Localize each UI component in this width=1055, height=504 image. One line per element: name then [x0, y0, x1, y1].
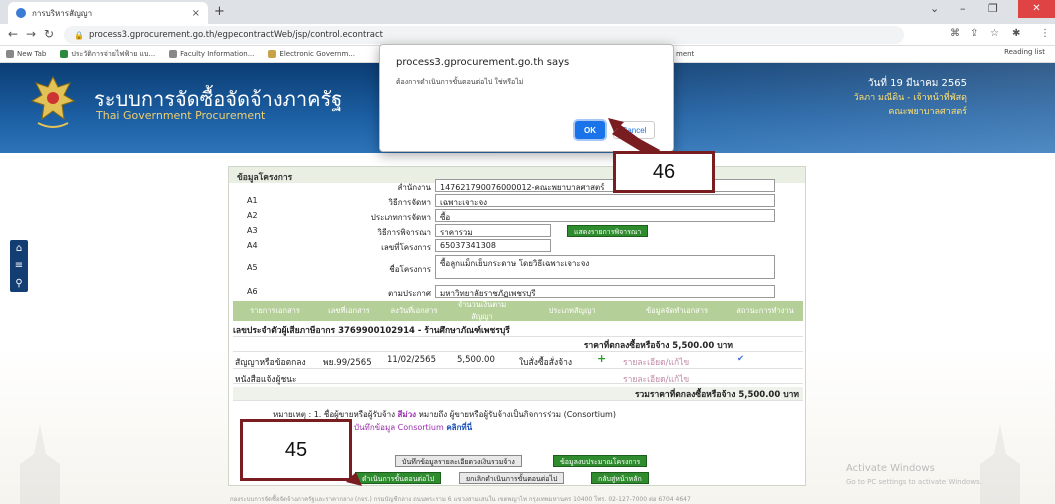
field-type: A2 ประเภทการจัดหา ซื้อ: [229, 209, 805, 223]
url-text: process3.gprocurement.go.th/egpecontract…: [88, 30, 383, 40]
back-home-button[interactable]: กลับสู่หน้าหลัก: [591, 472, 649, 484]
translate-icon[interactable]: ⌘: [950, 28, 960, 39]
type-field[interactable]: ซื้อ: [435, 209, 775, 222]
field-label: ชื่อโครงการ: [389, 265, 431, 274]
tab-search-icon[interactable]: ⌄: [930, 2, 939, 15]
confirm-dialog: process3.gprocurement.go.th says ต้องการ…: [379, 44, 674, 152]
field-label: วิธีการจัดหา: [388, 198, 431, 207]
browser-tab-bar: การบริหารสัญญา × + ⌄ – ❐ ✕: [0, 0, 1055, 24]
back-icon[interactable]: ←: [8, 27, 18, 41]
add-icon[interactable]: +: [597, 352, 606, 365]
site-favicon-icon: [16, 8, 26, 18]
bookmark-item[interactable]: Electronic Governm...: [268, 50, 355, 58]
field-label: สำนักงาน: [397, 183, 431, 192]
field-label: ประเภทการจัดหา: [370, 213, 431, 222]
share-icon[interactable]: ⇪: [970, 28, 978, 39]
field-label: เลขที่โครงการ: [381, 243, 431, 252]
side-toolbar: ⌂ ≡ ⚲: [10, 240, 28, 292]
address-bar-row: ← → ↻ 🔒 process3.gprocurement.go.th/egpe…: [0, 24, 1055, 46]
total-row: รวมราคาที่ตกลงซื้อหรือจ้าง 5,500.00 บาท: [233, 387, 803, 401]
bookmark-item[interactable]: ประวัติการจ่ายไฟฟ้าย แบ...: [60, 49, 155, 60]
method-field[interactable]: เฉพาะเจาะจง: [435, 194, 775, 207]
field-label: ตามประกาศ: [387, 289, 431, 298]
field-project-no: A4 เลขที่โครงการ 65037341308: [229, 239, 805, 253]
menu-list-icon[interactable]: ≡: [15, 260, 23, 271]
vendor-line: เลขประจำตัวผู้เสียภาษีอากร 3769900102914…: [233, 323, 803, 337]
menu-icon[interactable]: ⋮: [1040, 28, 1050, 39]
search-icon[interactable]: ⚲: [15, 278, 22, 289]
user-org: คณะพยาบาลศาสตร์: [888, 107, 967, 117]
user-info: วันที่ 19 มีนาคม 2565 วัลภา มณีดิน - เจ้…: [854, 77, 967, 119]
field-office: สำนักงาน 147621790076000012-คณะพยาบาลศาส…: [229, 179, 805, 193]
reload-icon[interactable]: ↻: [44, 27, 54, 41]
bookmark-star-icon[interactable]: ☆: [990, 28, 999, 39]
field-label: วิธีการพิจารณา: [377, 228, 431, 237]
project-budget-button[interactable]: ข้อมูลงบประมาณโครงการ: [553, 455, 648, 467]
lock-icon: 🔒: [74, 30, 84, 40]
consortium-note: บันทึกข้อมูล Consortium คลิกที่นี่: [354, 423, 473, 432]
ok-button[interactable]: OK: [575, 121, 605, 139]
system-subtitle: Thai Government Procurement: [96, 109, 266, 122]
window-close-icon[interactable]: ✕: [1018, 0, 1055, 18]
consideration-field[interactable]: ราคารวม: [435, 224, 551, 237]
table-header: รายการเอกสาร เลขที่เอกสาร ลงวันที่เอกสาร…: [233, 300, 803, 321]
windows-watermark: Activate Windows Go to PC settings to ac…: [846, 463, 982, 486]
bookmark-item[interactable]: Faculty Information...: [169, 50, 254, 58]
maximize-icon[interactable]: ❐: [988, 2, 998, 15]
extensions-icon[interactable]: ✱: [1012, 28, 1020, 39]
table-row: สัญญาหรือข้อตกลง พย.99/2565 11/02/2565 5…: [233, 352, 803, 369]
annotation-45: 45: [240, 419, 352, 481]
field-consideration: A3 วิธีการพิจารณา ราคารวม แสดงรายการพิจา…: [229, 224, 805, 238]
current-date: วันที่ 19 มีนาคม 2565: [867, 78, 967, 89]
detail-edit-link[interactable]: รายละเอียด/แก้ไข: [623, 355, 689, 369]
garuda-emblem-icon: [30, 75, 76, 128]
forward-icon[interactable]: →: [26, 27, 36, 41]
dialog-title: process3.gprocurement.go.th says: [396, 57, 570, 68]
field-announcement: A6 ตามประกาศ มหาวิทยาลัยราชภัฏเพชรบุรี: [229, 285, 805, 299]
dialog-message: ต้องการดำเนินการขั้นตอนต่อไป ใช่หรือไม่: [396, 78, 524, 86]
agreed-price: ราคาที่ตกลงซื้อหรือจ้าง 5,500.00 บาท: [233, 338, 803, 352]
annotation-46: 46: [613, 151, 715, 193]
bookmark-item[interactable]: New Tab: [6, 50, 46, 58]
show-criteria-button[interactable]: แสดงรายการพิจารณา: [567, 225, 649, 237]
cancel-button[interactable]: Cancel: [613, 121, 655, 139]
user-name: วัลภา มณีดิน - เจ้าหน้าที่พัสดุ: [853, 93, 967, 103]
next-step-button[interactable]: ดำเนินการขั้นตอนต่อไป: [355, 472, 442, 484]
checkmark-icon: ✔: [737, 354, 745, 364]
click-here-link[interactable]: คลิกที่นี่: [446, 423, 472, 432]
footer-text: กองระบบการจัดซื้อจัดจ้างภาครัฐและราคากลา…: [230, 496, 691, 503]
minimize-icon[interactable]: –: [960, 2, 966, 15]
home-icon[interactable]: ⌂: [16, 243, 22, 254]
office-field[interactable]: 147621790076000012-คณะพยาบาลศาสตร์: [435, 179, 775, 192]
detail-edit-link[interactable]: รายละเอียด/แก้ไข: [623, 372, 689, 386]
cancel-next-step-button[interactable]: ยกเลิกดำเนินการขั้นตอนต่อไป: [459, 472, 565, 484]
temple-decoration-icon: [20, 424, 60, 504]
tab-title: การบริหารสัญญา: [32, 8, 93, 18]
announcement-field[interactable]: มหาวิทยาลัยราชภัฏเพชรบุรี: [435, 285, 775, 298]
bookmark-item[interactable]: ment: [676, 50, 694, 58]
close-tab-icon[interactable]: ×: [192, 8, 200, 19]
save-budget-button[interactable]: บันทึกข้อมูลรายละเอียดวงเงินรวมจ้าง: [395, 455, 522, 467]
table-row: หนังสือแจ้งผู้ชนะ รายละเอียด/แก้ไข: [233, 370, 803, 386]
field-method: A1 วิธีการจัดหา เฉพาะเจาะจง: [229, 194, 805, 208]
address-bar[interactable]: 🔒 process3.gprocurement.go.th/egpecontra…: [64, 26, 904, 44]
new-tab-icon[interactable]: +: [214, 4, 225, 19]
project-number-field[interactable]: 65037341308: [435, 239, 551, 252]
browser-tab[interactable]: การบริหารสัญญา ×: [8, 2, 208, 24]
reading-list-button[interactable]: Reading list: [1004, 48, 1045, 56]
project-name-textarea[interactable]: ซื้อลูกแม็กเย็บกระดาษ โดยวิธีเฉพาะเจาะจง: [435, 255, 775, 279]
field-project-name: A5 ชื่อโครงการ ซื้อลูกแม็กเย็บกระดาษ โดย…: [229, 255, 805, 281]
